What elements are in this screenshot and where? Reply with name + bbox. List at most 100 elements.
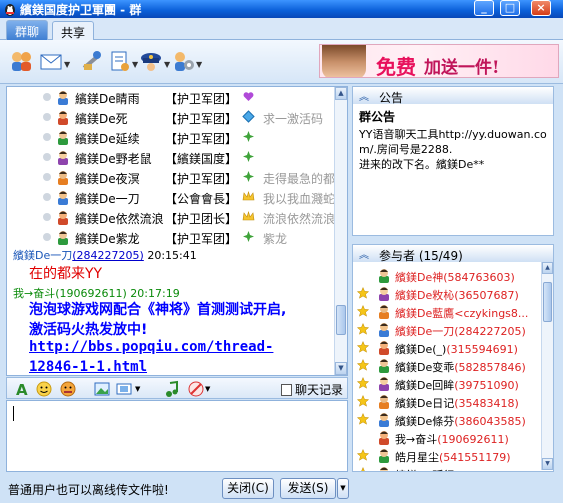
notice-header[interactable]: ︽ 公告	[352, 86, 554, 105]
member-list-item[interactable]: 繽鎂De夜溟 【护卫军团】 走得最急的都	[7, 167, 335, 187]
smiley-icon[interactable]	[35, 380, 53, 398]
member-status: 紫龙	[263, 232, 288, 246]
participant-label: 我→奋斗(190692611)	[395, 431, 509, 447]
participant-item[interactable]: 繽鎂De变乖(582857846)	[353, 356, 543, 374]
participant-item[interactable]: 繽鎂De條芬(386043585)	[353, 410, 543, 428]
participants-list[interactable]: 繽鎂De神(584763603) 繽鎂De敉杺(36507687) 繽鎂De藍鷹<c…	[352, 262, 554, 472]
title-bar[interactable]: 繽鎂国度护卫軍團 - 群 _ □ ×	[0, 0, 563, 18]
ad-banner[interactable]: 免费 加送一件!	[319, 44, 559, 78]
message-input[interactable]	[6, 400, 348, 472]
participant-item[interactable]: 繽鎂De日记(35483418)	[353, 392, 543, 410]
scroll-down-icon[interactable]: ▼	[542, 458, 553, 470]
font-icon[interactable]: A	[13, 380, 31, 398]
member-list-item[interactable]: 繽鎂De野老鼠 【繽鎂国度】	[7, 147, 335, 167]
participant-item[interactable]: 繽鎂De敉杺(36507687)	[353, 284, 543, 302]
avatar	[379, 287, 389, 301]
participant-label: 繽鎂De神(584763603)	[395, 269, 515, 285]
scroll-up-icon[interactable]: ▲	[335, 87, 347, 100]
status-dot-icon	[43, 153, 51, 161]
participant-label: 繽鎂De條芬(386043585)	[395, 413, 526, 429]
avatar	[379, 413, 389, 427]
chevron-up-icon[interactable]: ︽	[359, 88, 369, 103]
participant-label: 皓月星尘(541551179)	[395, 449, 511, 465]
participant-item[interactable]: 繽鎂De(_)(315594691)	[353, 338, 543, 356]
document-icon	[111, 51, 129, 71]
member-list-item[interactable]: 繽鎂De死 【护卫军团】 求一激活码	[7, 107, 335, 127]
shake-window-icon[interactable]	[187, 380, 205, 398]
message-text: 在的都来YY	[29, 266, 103, 282]
avatar	[58, 131, 68, 145]
group-settings-button[interactable]	[168, 46, 198, 76]
heart-badge-icon	[243, 92, 254, 101]
participant-label: 繽鎂De变乖(582857846)	[395, 359, 526, 375]
chat-history[interactable]: 繽鎂De睛雨 【护卫军团】 繽鎂De死 【护卫军团】 求一激活码 繽鎂De延续 【护卫军团】…	[6, 86, 348, 376]
member-name: 繽鎂De延续	[75, 132, 140, 146]
participants-scrollbar[interactable]: ▲ ▼	[541, 262, 553, 470]
member-rank: 【护卫军团】	[165, 172, 238, 186]
tab-share[interactable]: 共享	[52, 21, 95, 40]
chat-history-button[interactable]: 聊天记录	[280, 381, 343, 398]
participant-qq: (315594691)	[446, 343, 518, 356]
screenshot-icon[interactable]	[115, 380, 133, 398]
notice-body: YY语音聊天工具http://yy.duowan.com/.房间号是2288. …	[359, 127, 547, 172]
member-name: 繽鎂De野老鼠	[75, 152, 152, 166]
tools-icon	[82, 51, 101, 70]
mail-button[interactable]	[36, 46, 66, 76]
avatar	[379, 377, 389, 391]
avatar	[380, 467, 388, 471]
magic-emoticon-icon[interactable]	[59, 380, 77, 398]
star-icon	[357, 359, 369, 371]
member-list-item[interactable]: 繽鎂De紫龙 【护卫军团】 紫龙	[7, 227, 335, 247]
settings-button[interactable]	[104, 46, 134, 76]
maximize-button[interactable]: □	[500, 0, 520, 16]
send-button[interactable]: 发送(S)	[280, 478, 336, 499]
chevron-down-icon[interactable]: ▼	[196, 60, 202, 69]
participant-item[interactable]: 皓月星尘(541551179)	[353, 446, 543, 464]
member-status: 走得最急的都	[263, 172, 335, 186]
avatar	[379, 305, 389, 319]
sender-name[interactable]: 繽鎂De一刀	[13, 249, 72, 262]
participant-item[interactable]: 繽鎂De一刀(284227205)	[353, 320, 543, 338]
member-name: 繽鎂De睛雨	[75, 92, 140, 106]
message-link[interactable]: http://bbs.popqiu.com/thread-	[29, 339, 273, 355]
scroll-thumb[interactable]	[336, 305, 346, 335]
chevron-up-icon[interactable]: ︽	[359, 246, 369, 261]
ad-model-image	[322, 45, 366, 77]
participant-item[interactable]: 繽鎂De藍鷹<czykings8...	[353, 302, 543, 320]
member-rank: 【护卫军团】	[165, 232, 238, 246]
members-button[interactable]	[6, 46, 36, 76]
avatar	[58, 191, 68, 205]
picture-icon[interactable]	[93, 380, 111, 398]
participant-name: 繽鎂De神	[395, 271, 444, 284]
close-window-button[interactable]: ×	[531, 0, 551, 16]
offline-file-tip[interactable]: 普通用户也可以离线传文件啦!	[8, 481, 169, 498]
message-link[interactable]: 12846-1-1.html	[29, 359, 147, 375]
tab-group-chat[interactable]: 群聊	[6, 20, 49, 40]
message-time: 20:15:41	[147, 249, 197, 262]
participant-item[interactable]: 繽鎂De神(584763603)	[353, 266, 543, 284]
participant-item[interactable]: 繽鎂De孤行(565724220)	[353, 464, 543, 471]
chevron-down-icon[interactable]: ▼	[64, 60, 70, 69]
admin-button[interactable]	[136, 46, 166, 76]
scroll-down-icon[interactable]: ▼	[335, 362, 347, 375]
sender-qq[interactable]: (284227205)	[72, 249, 144, 262]
member-list-item[interactable]: 繽鎂De睛雨 【护卫军团】	[7, 87, 335, 107]
send-options-button[interactable]: ▼	[337, 478, 349, 499]
participant-item[interactable]: 我→奋斗(190692611)	[353, 428, 543, 446]
svg-text:A: A	[16, 381, 28, 398]
chat-scrollbar[interactable]: ▲ ▼	[334, 87, 347, 375]
message-text: 激活码火热发放中!	[29, 322, 148, 338]
participant-item[interactable]: 繽鎂De回眸(39751090)	[353, 374, 543, 392]
participant-qq: (565724220)	[454, 469, 526, 471]
music-icon[interactable]	[163, 380, 181, 398]
tools-button[interactable]	[76, 46, 106, 76]
scroll-up-icon[interactable]: ▲	[542, 262, 553, 274]
member-list-item[interactable]: 繽鎂De延续 【护卫军团】	[7, 127, 335, 147]
bottom-bar: 普通用户也可以离线传文件啦! 关闭(C) 发送(S) ▼	[0, 474, 563, 503]
member-list-item[interactable]: 繽鎂De一刀 【公會會長】 我以我血濺蛇	[7, 187, 335, 207]
close-button[interactable]: 关闭(C)	[222, 478, 274, 499]
minimize-button[interactable]: _	[474, 0, 494, 16]
participants-header[interactable]: ︽ 参与者 (15/49)	[352, 244, 554, 263]
member-list-item[interactable]: 繽鎂De依然流浪 【护卫团长】 流浪依然流浪	[7, 207, 335, 227]
scroll-thumb[interactable]	[543, 282, 552, 322]
